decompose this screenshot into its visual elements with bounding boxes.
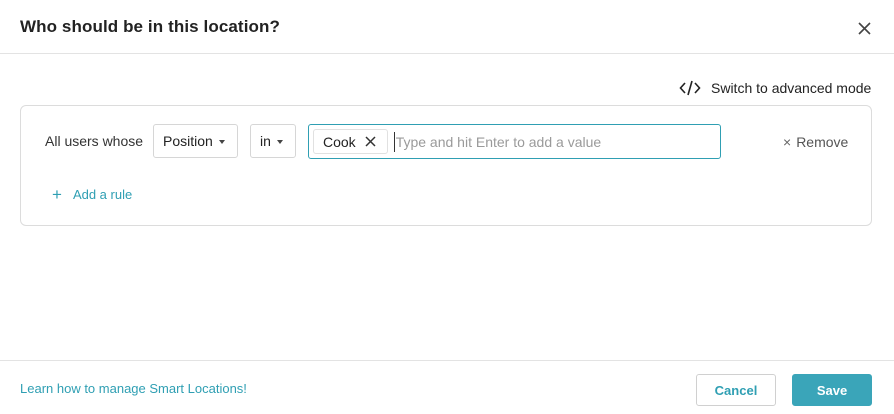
value-chip: Cook	[313, 129, 388, 154]
code-icon	[679, 79, 701, 97]
help-link[interactable]: Learn how to manage Smart Locations!	[20, 381, 247, 396]
text-cursor	[393, 131, 395, 152]
rule-values-field[interactable]: Cook	[308, 124, 721, 159]
chevron-down-icon	[218, 139, 225, 144]
rule-prefix-text: All users whose	[45, 133, 144, 149]
dialog-header: Who should be in this location?	[0, 0, 894, 54]
chip-remove-button[interactable]	[365, 136, 377, 148]
close-icon	[365, 136, 376, 147]
rules-container: All users whose Position in Cook × Remov…	[20, 105, 872, 226]
dialog-title: Who should be in this location?	[20, 17, 280, 36]
rule-field-value: Position	[163, 133, 213, 149]
switch-advanced-mode-button[interactable]: Switch to advanced mode	[679, 77, 871, 99]
dialog-footer: Learn how to manage Smart Locations! Can…	[0, 360, 894, 414]
add-rule-label: Add a rule	[72, 186, 133, 202]
rule-operator-select[interactable]: in	[250, 124, 296, 158]
save-button[interactable]: Save	[792, 374, 872, 406]
value-text-input[interactable]	[395, 133, 696, 150]
rule-operator-value: in	[260, 133, 271, 149]
x-icon: ×	[783, 134, 792, 150]
cancel-button[interactable]: Cancel	[696, 374, 776, 406]
chevron-down-icon	[276, 139, 283, 144]
switch-advanced-mode-label: Switch to advanced mode	[711, 80, 872, 96]
add-rule-button[interactable]: + Add a rule	[52, 185, 132, 203]
close-icon	[857, 21, 871, 35]
value-chip-label: Cook	[323, 133, 356, 150]
remove-rule-label: Remove	[796, 134, 849, 150]
remove-rule-button[interactable]: × Remove	[783, 132, 848, 152]
plus-icon: +	[52, 184, 62, 204]
rule-field-select[interactable]: Position	[153, 124, 238, 158]
close-button[interactable]	[852, 16, 876, 40]
